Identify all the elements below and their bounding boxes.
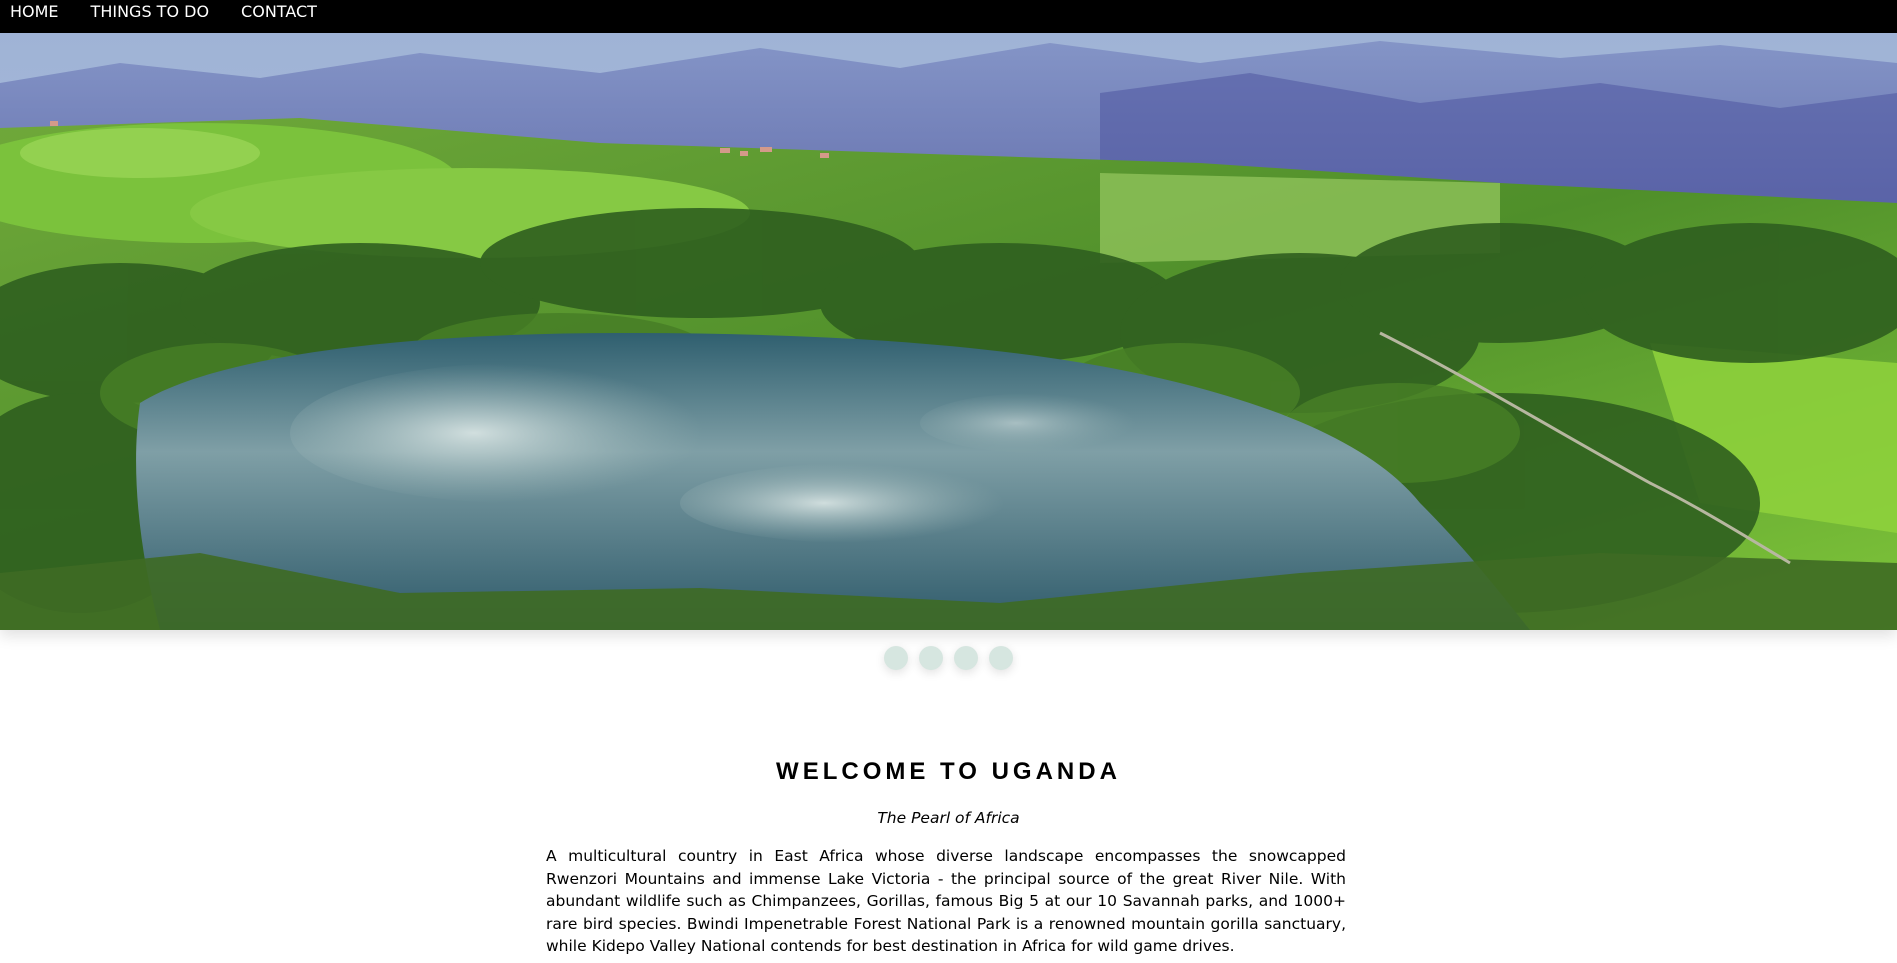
- page-tagline: The Pearl of Africa: [877, 809, 1020, 827]
- nav-things-to-do-link[interactable]: THINGS TO DO: [81, 0, 232, 31]
- hero-landscape-image: [0, 33, 1897, 630]
- slide-dot-1[interactable]: [884, 646, 908, 670]
- nav-contact-link[interactable]: CONTACT: [231, 0, 339, 31]
- intro-paragraph: A multicultural country in East Africa w…: [546, 847, 1346, 956]
- slideshow-dots: [0, 646, 1897, 670]
- slide-dot-3[interactable]: [954, 646, 978, 670]
- nav-home-link[interactable]: HOME: [0, 0, 81, 31]
- top-navigation: HOME THINGS TO DO CONTACT: [0, 0, 1897, 33]
- slide-dot-4[interactable]: [989, 646, 1013, 670]
- hero-slideshow: [0, 33, 1897, 630]
- slide-dot-2[interactable]: [919, 646, 943, 670]
- page-title: WELCOME TO UGANDA: [776, 758, 1121, 785]
